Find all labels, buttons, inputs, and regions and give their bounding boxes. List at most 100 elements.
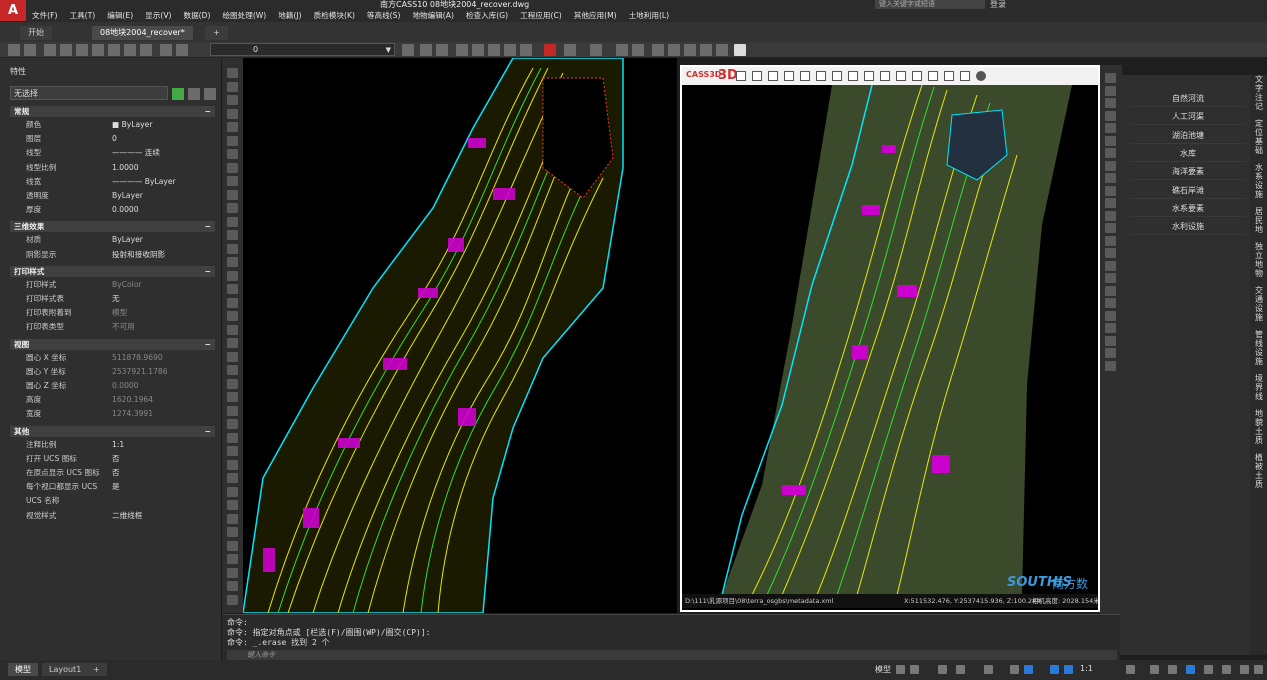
draw-tool-icon[interactable]	[227, 176, 238, 186]
property-row[interactable]: 在原点显示 UCS 图标 否	[10, 466, 215, 480]
zoom-icon[interactable]	[472, 44, 484, 56]
draw-tool-icon[interactable]	[227, 81, 238, 92]
photo-icon[interactable]	[800, 71, 810, 81]
pan-icon[interactable]	[456, 44, 468, 56]
tab-layout1[interactable]: Layout1	[42, 663, 89, 676]
polyline-icon[interactable]	[848, 71, 858, 81]
draw-tool-icon[interactable]	[227, 527, 238, 537]
draw-tool-icon[interactable]	[227, 405, 238, 416]
property-row[interactable]: 圆心 X 坐标 511878.9690	[10, 351, 215, 365]
menu-item[interactable]: 工程应用(C)	[514, 10, 568, 22]
feature-vertical-tab[interactable]: 水系设施	[1252, 163, 1266, 199]
category-item[interactable]: 水库	[1130, 146, 1246, 162]
redo-icon[interactable]	[590, 44, 602, 56]
draw-tool-icon[interactable]	[227, 581, 238, 591]
draw-tool-icon[interactable]	[227, 338, 238, 348]
image-3d-icon[interactable]	[816, 71, 826, 81]
tab-start[interactable]: 开始	[20, 26, 52, 40]
snap-icon[interactable]	[668, 44, 680, 56]
category-item[interactable]: 礁石岸滩	[1130, 183, 1246, 199]
color-icon[interactable]	[402, 44, 414, 56]
edit-tool-icon[interactable]	[1105, 160, 1116, 171]
edit-tool-icon[interactable]	[1105, 248, 1116, 258]
property-row[interactable]: 颜色 ■ ByLayer	[10, 118, 215, 132]
draw-tool-icon[interactable]	[227, 149, 238, 159]
property-row[interactable]: 打印表类型 不可用	[10, 320, 215, 334]
box-icon[interactable]	[912, 71, 922, 81]
draw-tool-icon[interactable]	[227, 446, 238, 456]
property-row[interactable]: 视觉样式 二维线框	[10, 509, 215, 523]
measure-3d-icon[interactable]	[960, 71, 970, 81]
edit-tool-icon[interactable]	[1105, 123, 1116, 133]
tab-document[interactable]: 08地块2004_recover*	[92, 26, 193, 40]
draw-tool-icon[interactable]	[227, 216, 238, 227]
isolate-icon[interactable]	[1204, 665, 1213, 674]
design-center-icon[interactable]	[632, 44, 644, 56]
menu-item[interactable]: 文件(F)	[26, 10, 63, 22]
collapse-icon[interactable]: −	[205, 339, 211, 350]
list-icon[interactable]	[140, 44, 152, 56]
ortho-mode-icon[interactable]	[938, 665, 947, 674]
property-row[interactable]: 透明度 ByLayer	[10, 189, 215, 203]
object-snap-icon[interactable]	[1010, 665, 1019, 674]
property-row[interactable]: 阴影显示 投射和接收阴影	[10, 248, 215, 262]
snap-tracking-icon[interactable]	[1024, 665, 1033, 674]
workspace-gear-icon[interactable]	[1126, 665, 1135, 674]
zoom-window-icon[interactable]	[488, 44, 500, 56]
edit-tool-icon[interactable]	[1105, 310, 1116, 321]
linetype-icon[interactable]	[420, 44, 432, 56]
feature-vertical-tab[interactable]: 境界线	[1252, 374, 1266, 401]
edit-tool-icon[interactable]	[1105, 198, 1116, 208]
model-space-label[interactable]: 模型	[875, 664, 891, 675]
help-icon[interactable]	[734, 44, 746, 56]
feature-vertical-tab[interactable]: 管线设施	[1252, 330, 1266, 366]
split-icon[interactable]	[768, 71, 778, 81]
osnap-icon[interactable]	[716, 44, 728, 56]
draw-icon[interactable]	[44, 44, 56, 56]
section-header[interactable]: 视图 −	[10, 338, 215, 350]
property-row[interactable]: 打印样式表 无	[10, 292, 215, 306]
triangle-icon[interactable]	[76, 44, 88, 56]
draw-tool-icon[interactable]	[227, 311, 238, 321]
property-row[interactable]: 线型比例 1.0000	[10, 161, 215, 175]
collapse-icon[interactable]: −	[205, 106, 211, 117]
edit-tool-icon[interactable]	[1105, 223, 1116, 233]
select-objects-icon[interactable]	[188, 88, 200, 100]
menu-item[interactable]: 数据(D)	[177, 10, 216, 22]
annotation-visibility-icon[interactable]	[1050, 665, 1059, 674]
search-input[interactable]: 键入关键字或短语	[875, 0, 985, 9]
measure-icon[interactable]	[652, 44, 664, 56]
edit-tool-icon[interactable]	[1105, 360, 1116, 371]
category-item[interactable]: 人工河渠	[1130, 109, 1246, 126]
grid-icon[interactable]	[92, 44, 104, 56]
layer-dropdown[interactable]: 0 ▼	[210, 43, 395, 56]
property-row[interactable]: 打开 UCS 图标 否	[10, 452, 215, 466]
feature-vertical-tab[interactable]: 居民地	[1252, 207, 1266, 234]
property-row[interactable]: 线宽 ———— ByLayer	[10, 175, 215, 189]
vertex-icon[interactable]	[896, 71, 906, 81]
property-row[interactable]: 每个视口都显示 UCS 是	[10, 480, 215, 494]
feature-vertical-tab[interactable]: 文字注记	[1252, 75, 1266, 111]
draw-tool-icon[interactable]	[227, 486, 238, 497]
lineweight-icon[interactable]	[436, 44, 448, 56]
settings-gear-icon[interactable]	[976, 71, 986, 81]
polar-icon[interactable]	[700, 44, 712, 56]
edit-tool-icon[interactable]	[1105, 173, 1116, 183]
draw-tool-icon[interactable]	[227, 594, 238, 605]
edit-tool-icon[interactable]	[1105, 98, 1116, 108]
menu-item[interactable]: 显示(V)	[139, 10, 177, 22]
clean-screen-icon[interactable]	[1240, 665, 1249, 674]
command-input[interactable]: 键入命令	[227, 650, 1117, 660]
property-row[interactable]: 注释比例 1:1	[10, 438, 215, 452]
section-header[interactable]: 三维效果 −	[10, 221, 215, 233]
point-icon[interactable]	[880, 71, 890, 81]
draw-tool-icon[interactable]	[227, 284, 238, 294]
annotation-scale[interactable]: 1:1	[1080, 664, 1093, 673]
draw-tool-icon[interactable]	[227, 68, 238, 78]
property-row[interactable]: UCS 名称	[10, 494, 215, 508]
property-row[interactable]: 材质 ByLayer	[10, 233, 215, 247]
view-icon[interactable]	[736, 71, 746, 81]
line-icon[interactable]	[832, 71, 842, 81]
draw-tool-icon[interactable]	[227, 513, 238, 524]
section-header[interactable]: 其他 −	[10, 425, 215, 437]
